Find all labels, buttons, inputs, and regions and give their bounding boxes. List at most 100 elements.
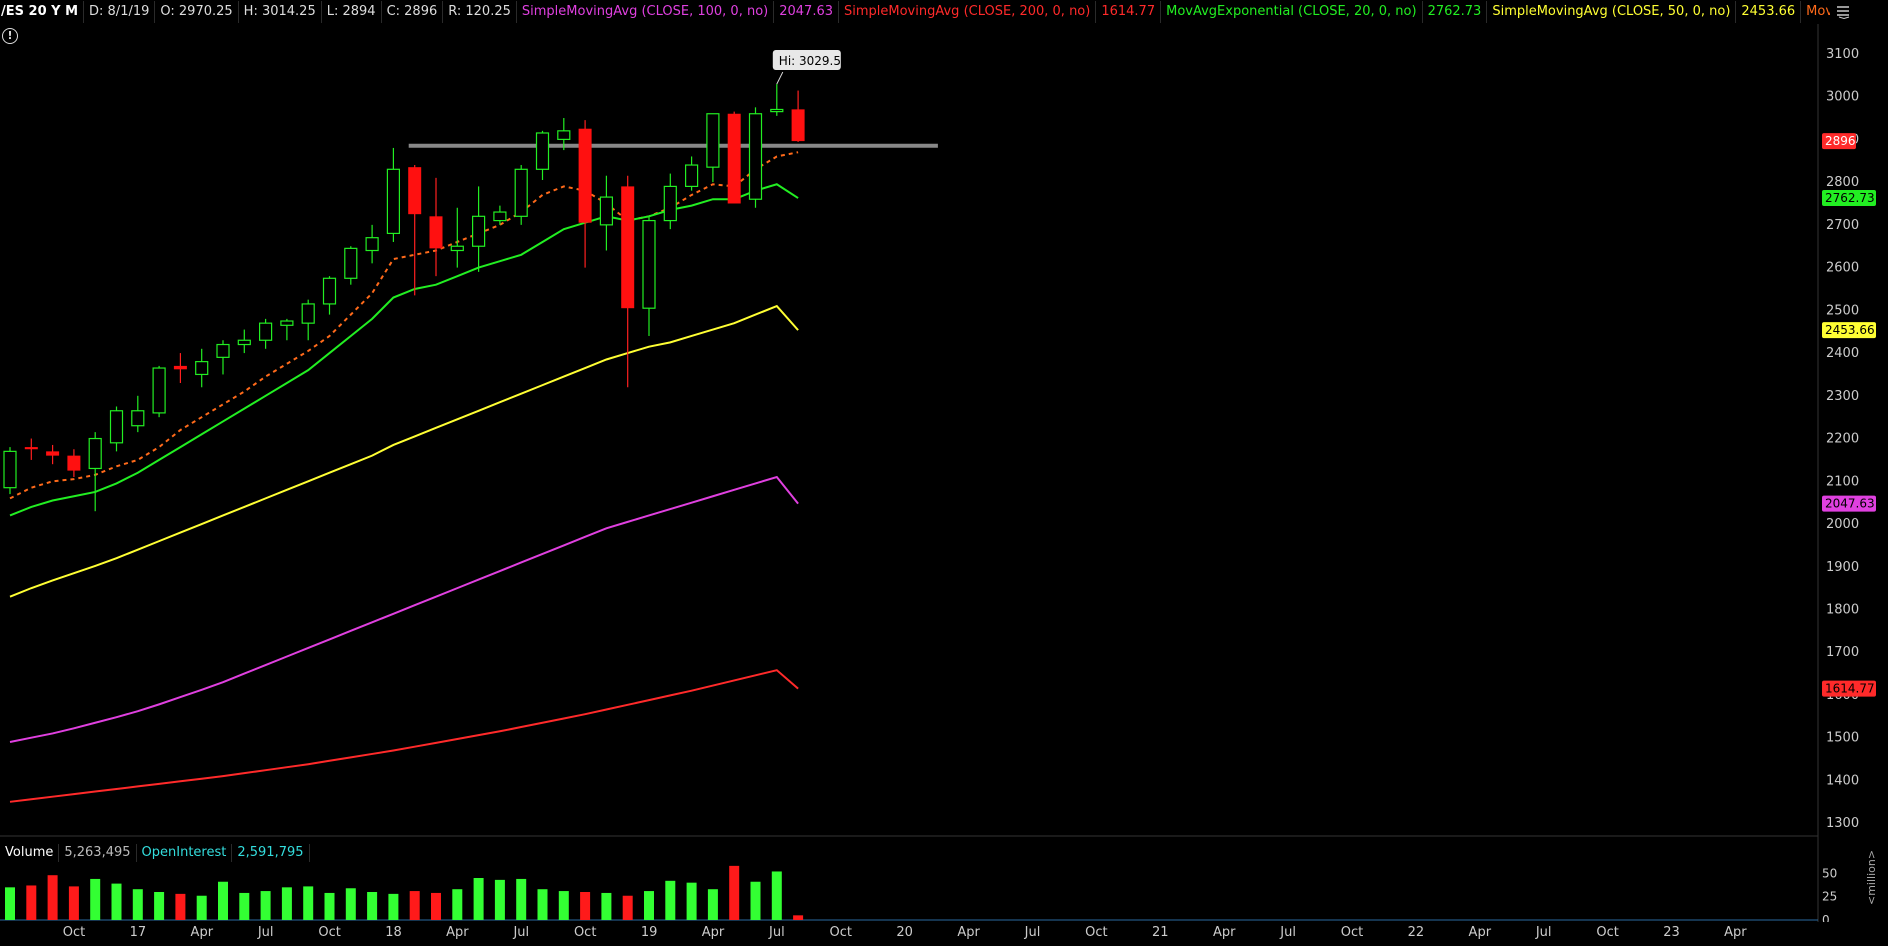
study-value-sma200: 1614.77	[1096, 1, 1162, 23]
candle-body	[599, 196, 614, 226]
volume-bar	[68, 886, 79, 920]
volume-bar	[111, 883, 122, 920]
series-line-3	[9, 475, 799, 743]
time-tick-label: Oct	[1085, 925, 1108, 940]
candle-body	[684, 164, 699, 188]
candle-body	[131, 410, 145, 427]
volume-bar	[793, 915, 804, 920]
volume-bar	[132, 889, 143, 920]
study-label-ema20[interactable]: MovAvgExponential (CLOSE, 20, 0, no)	[1161, 1, 1423, 23]
price-tick-label: 2300	[1826, 389, 1859, 404]
candle-body	[663, 185, 677, 222]
candle	[472, 186, 486, 272]
time-tick-label: 23	[1663, 925, 1680, 940]
volume-bar	[303, 886, 314, 920]
svg-text:2453.66: 2453.66	[1825, 323, 1875, 337]
candle-body	[557, 130, 571, 140]
time-tick-label: Jul	[257, 925, 274, 940]
candle-body	[3, 450, 17, 489]
volume-bar	[90, 878, 101, 920]
price-tick-label: 1800	[1826, 602, 1859, 617]
close-price-badge: 2896	[1822, 133, 1856, 150]
price-tick-label: 2400	[1826, 346, 1859, 361]
candle-body	[109, 410, 124, 444]
time-tick-label: 18	[385, 925, 402, 940]
candle-body	[322, 277, 337, 305]
volume-bar	[367, 892, 378, 920]
volume-bar	[622, 895, 633, 920]
time-tick-label: Apr	[446, 925, 469, 940]
candle-body	[770, 108, 784, 113]
candle	[365, 224, 379, 264]
volume-bar	[665, 880, 676, 920]
candle-body	[748, 113, 763, 200]
volume-bar	[5, 887, 15, 920]
candle-body	[450, 245, 464, 252]
volume-bar	[494, 879, 505, 920]
candle-body	[195, 361, 209, 376]
volume-bar	[537, 889, 548, 920]
price-tick-label: 3000	[1826, 90, 1859, 105]
volume-bar	[558, 891, 569, 920]
candle-body	[429, 216, 443, 249]
candle-body	[727, 113, 741, 204]
candle	[514, 165, 528, 225]
candle	[450, 207, 464, 268]
volume-bar	[644, 891, 654, 920]
series-value-badge-3: 2047.63	[1822, 495, 1876, 512]
candle-body	[578, 128, 592, 223]
candle-body	[493, 211, 507, 222]
candle	[131, 395, 145, 433]
candle	[301, 299, 315, 341]
volume-bar	[324, 892, 335, 920]
study-label-sma50[interactable]: SimpleMovingAvg (CLOSE, 50, 0, no)	[1487, 1, 1737, 23]
time-tick-label: 17	[129, 925, 147, 940]
volume-chart[interactable]: 25 50 0	[0, 842, 1888, 922]
study-label-sma200[interactable]: SimpleMovingAvg (CLOSE, 200, 0, no)	[839, 1, 1097, 23]
study-label-sma100[interactable]: SimpleMovingAvg (CLOSE, 100, 0, no)	[517, 1, 775, 23]
candle-body	[408, 167, 422, 215]
open-readout: O: 2970.25	[155, 1, 239, 23]
study-value-sma50: 2453.66	[1736, 1, 1802, 23]
candle	[748, 107, 763, 208]
candle-body	[237, 339, 251, 346]
chart-menu-icon[interactable]	[1836, 4, 1852, 19]
study-value-sma100: 2047.63	[774, 1, 839, 23]
candle	[173, 353, 187, 383]
series-line-2	[9, 304, 799, 598]
study-label-ema8[interactable]: MovAvgExponential (CLOSE, 8, 0, no)	[1801, 1, 1830, 23]
time-tick-label: Apr	[1724, 925, 1747, 940]
series-value-badge-1: 2762.73	[1822, 190, 1876, 207]
candle	[280, 318, 294, 341]
high-readout: H: 3014.25	[239, 1, 322, 23]
candle-body	[88, 437, 102, 470]
time-tick-label: Jul	[769, 925, 785, 940]
price-tick-label: 2500	[1826, 303, 1859, 318]
range-readout: R: 120.25	[443, 1, 517, 23]
candle	[195, 348, 209, 388]
time-tick-label: Oct	[829, 925, 853, 940]
price-tick-label: 1400	[1826, 773, 1859, 788]
time-tick-label: Jul	[1280, 925, 1296, 940]
time-tick-label: Oct	[573, 925, 597, 940]
price-tick-label: 2000	[1826, 517, 1859, 532]
candle	[109, 406, 124, 452]
chart-header: /ES 20 Y M D: 8/1/19 O: 2970.25 H: 3014.…	[0, 0, 1830, 24]
candle	[216, 340, 230, 375]
candle	[386, 147, 400, 242]
volume-bar	[388, 893, 399, 920]
candle	[429, 177, 443, 277]
time-tick-label: Oct	[318, 925, 341, 940]
price-chart[interactable]: 1300140015001600170018001900200021002200…	[0, 24, 1888, 842]
volume-bar	[281, 887, 292, 920]
price-tick-label: 2700	[1826, 218, 1859, 233]
time-axis[interactable]: Oct 17 Apr Jul Oct 18 Apr Jul Oct 19 Apr Jul Oct 20 Ap…	[0, 922, 1820, 946]
volume-bar	[707, 889, 718, 920]
series-line-1	[9, 183, 799, 517]
symbol-label[interactable]: /ES 20 Y M	[0, 1, 85, 23]
svg-text:Hi: 3029.5: Hi: 3029.5	[779, 54, 841, 68]
time-tick-label: 21	[1152, 925, 1169, 940]
time-tick-label: 20	[896, 925, 913, 940]
volume-bar	[345, 888, 356, 920]
candle-body	[344, 247, 358, 279]
